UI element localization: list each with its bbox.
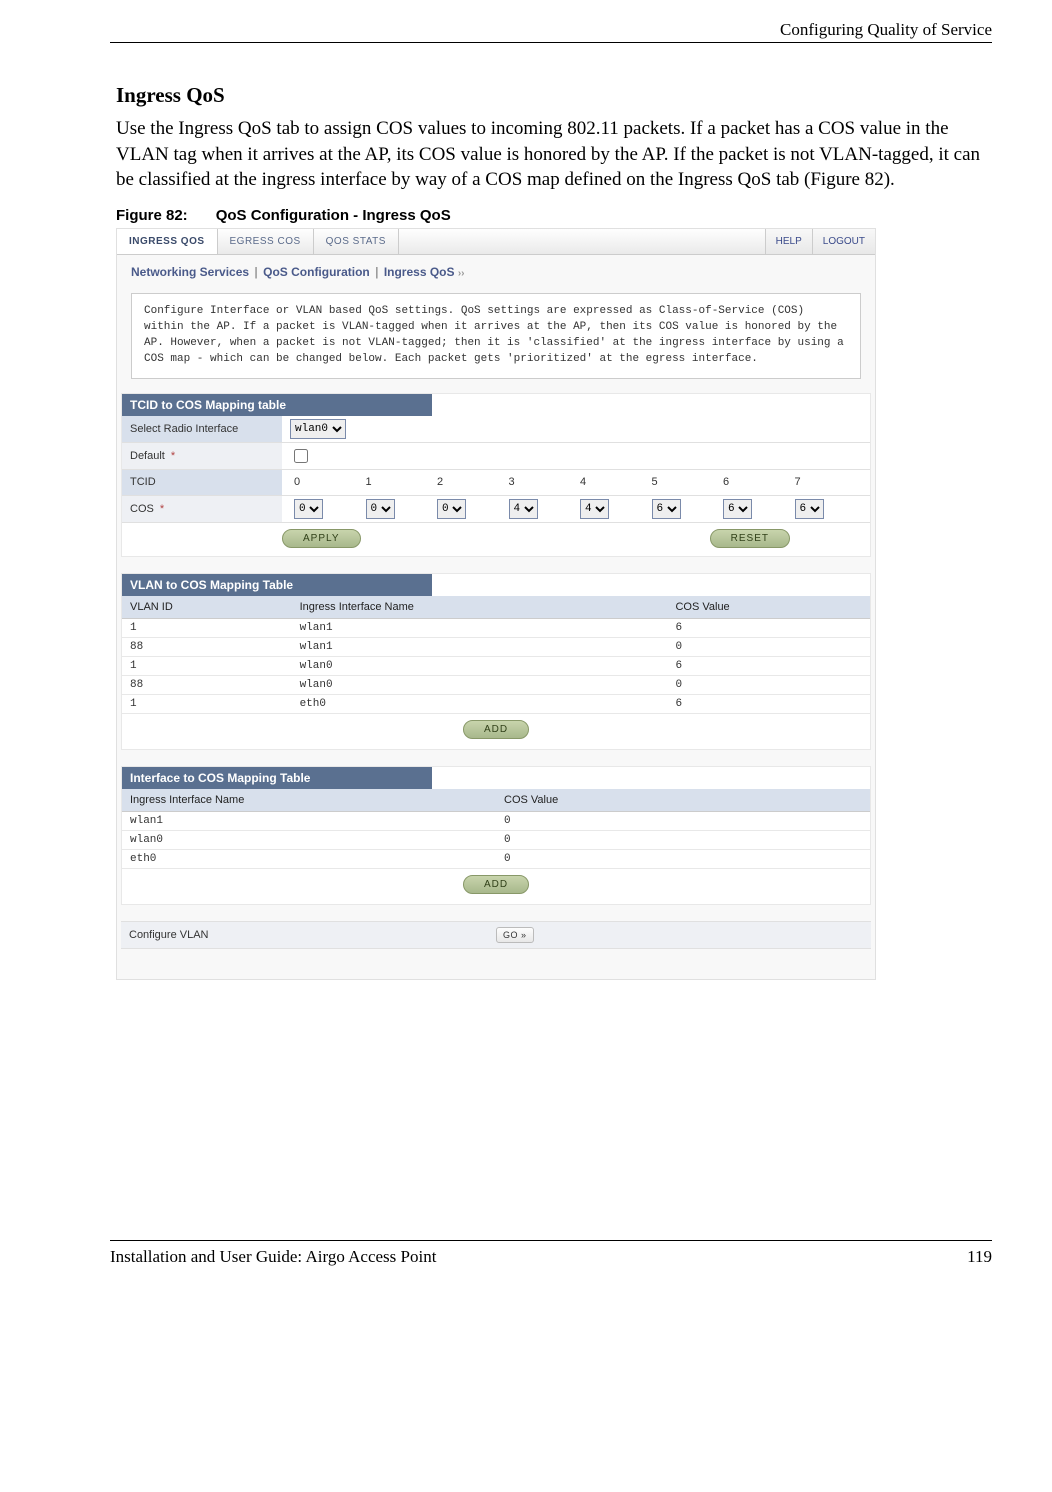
tcid-0: 0 [290,476,362,488]
section-title: Ingress QoS [116,83,992,108]
iface-section-title: Interface to COS Mapping Table [122,767,432,789]
tcid-7: 7 [791,476,863,488]
iface-th-1: COS Value [496,789,870,812]
page-footer: Installation and User Guide: Airgo Acces… [110,1240,992,1267]
configure-vlan-go-button[interactable]: GO » [496,927,534,943]
logout-button[interactable]: LOGOUT [812,229,875,254]
breadcrumb: Networking Services | QoS Configuration … [117,255,875,285]
tcid-values: 0 1 2 3 4 5 6 7 [290,476,862,488]
figure-caption: Figure 82: QoS Configuration - Ingress Qo… [116,207,992,224]
tab-qos-stats[interactable]: QOS STATS [314,229,399,254]
tcid-3: 3 [505,476,577,488]
iface-add-button[interactable]: ADD [463,875,529,894]
tcid-2: 2 [433,476,505,488]
vlan-th-0: VLAN ID [122,596,292,619]
configure-vlan-row: Configure VLAN GO » [121,921,871,949]
description-box: Configure Interface or VLAN based QoS se… [131,293,861,379]
qos-screenshot: INGRESS QOS EGRESS COS QOS STATS HELP LO… [116,228,876,980]
header-right-text: Configuring Quality of Service [780,20,992,39]
tcid-6: 6 [719,476,791,488]
tcid-section: TCID to COS Mapping table Select Radio I… [121,393,871,557]
breadcrumb-b: QoS Configuration [263,265,370,279]
breadcrumb-c: Ingress QoS [384,265,455,279]
default-label: Default* [122,443,282,469]
footer-page-number: 119 [967,1247,992,1267]
vlan-add-button[interactable]: ADD [463,720,529,739]
vlan-section-title: VLAN to COS Mapping Table [122,574,432,596]
table-row: eth00 [122,849,870,868]
radio-interface-label: Select Radio Interface [122,416,282,442]
figure-number: Figure 82: [116,207,188,224]
configure-vlan-label: Configure VLAN [129,929,496,941]
cos-select-2[interactable]: 0 [437,499,466,519]
table-row: wlan10 [122,811,870,830]
vlan-th-2: COS Value [667,596,870,619]
table-row: 88wlan10 [122,637,870,656]
iface-section: Interface to COS Mapping Table Ingress I… [121,766,871,905]
apply-button[interactable]: APPLY [282,529,361,548]
iface-th-0: Ingress Interface Name [122,789,496,812]
cos-select-7[interactable]: 6 [795,499,824,519]
table-row: 1eth06 [122,694,870,713]
cos-row-label: COS* [122,496,282,522]
page-header: Configuring Quality of Service [110,20,992,43]
vlan-th-1: Ingress Interface Name [292,596,668,619]
iface-table: Ingress Interface Name COS Value wlan10 … [122,789,870,869]
figure-title: QoS Configuration - Ingress QoS [216,207,451,224]
footer-left: Installation and User Guide: Airgo Acces… [110,1247,436,1267]
body-paragraph: Use the Ingress QoS tab to assign COS va… [116,116,992,193]
cos-select-1[interactable]: 0 [366,499,395,519]
tcid-4: 4 [576,476,648,488]
table-row: wlan00 [122,830,870,849]
help-button[interactable]: HELP [765,229,812,254]
tab-egress-cos[interactable]: EGRESS COS [218,229,314,254]
vlan-table: VLAN ID Ingress Interface Name COS Value… [122,596,870,714]
cos-select-4[interactable]: 4 [580,499,609,519]
table-row: 88wlan00 [122,675,870,694]
tcid-1: 1 [362,476,434,488]
reset-button[interactable]: RESET [710,529,790,548]
breadcrumb-a: Networking Services [131,265,249,279]
cos-select-6[interactable]: 6 [723,499,752,519]
radio-interface-select[interactable]: wlan0 [290,419,346,439]
vlan-section: VLAN to COS Mapping Table VLAN ID Ingres… [121,573,871,750]
tab-bar: INGRESS QOS EGRESS COS QOS STATS HELP LO… [117,229,875,255]
cos-select-0[interactable]: 0 [294,499,323,519]
tcid-5: 5 [648,476,720,488]
tcid-row-label: TCID [122,470,282,495]
tcid-section-title: TCID to COS Mapping table [122,394,432,416]
table-row: 1wlan16 [122,618,870,637]
cos-select-3[interactable]: 4 [509,499,538,519]
default-checkbox[interactable] [294,449,308,463]
table-row: 1wlan06 [122,656,870,675]
tab-ingress-qos[interactable]: INGRESS QOS [117,229,218,254]
cos-select-5[interactable]: 6 [652,499,681,519]
